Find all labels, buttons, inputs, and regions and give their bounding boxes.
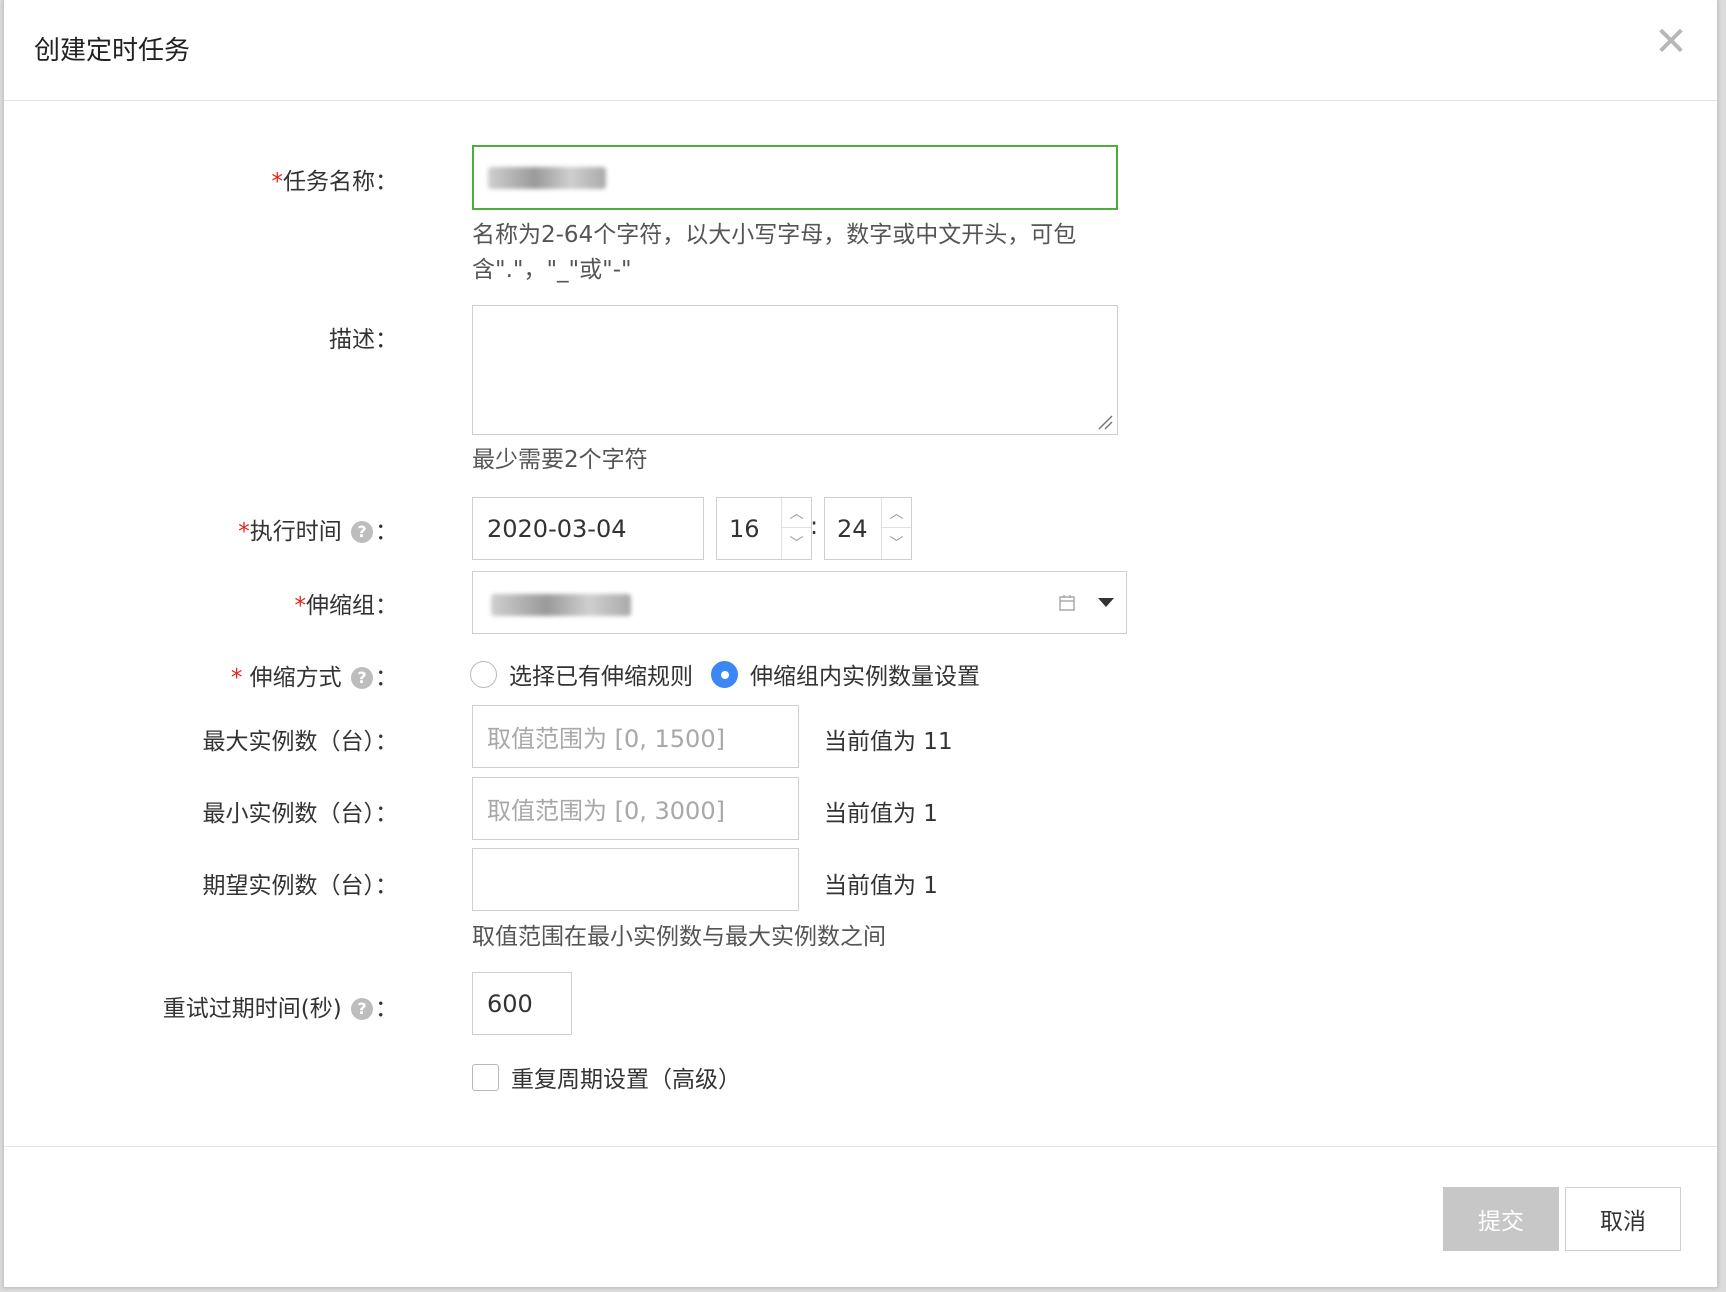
scaling-group-select[interactable]: [472, 571, 1127, 634]
caret-down-icon[interactable]: [1098, 598, 1114, 607]
retry-expire-input[interactable]: 600: [472, 972, 572, 1035]
description-label: 描述：: [329, 327, 398, 353]
required-mark: *: [271, 169, 284, 195]
exec-date-input[interactable]: 2020-03-04: [472, 497, 704, 560]
exec-time-label: *执行时间 ?：: [238, 519, 398, 545]
dialog-footer: 提交 取消: [4, 1146, 1717, 1288]
time-separator: :: [810, 512, 819, 540]
radio-instance-count-label[interactable]: 伸缩组内实例数量设置: [750, 657, 980, 691]
dialog-header: 创建定时任务 ✕: [4, 0, 1717, 101]
min-instances-label: 最小实例数（台）：: [202, 801, 399, 827]
desired-instances-hint: 取值范围在最小实例数与最大实例数之间: [472, 924, 886, 950]
scaling-mode-radio-group: 选择已有伸缩规则 伸缩组内实例数量设置: [470, 657, 980, 691]
desired-instances-input[interactable]: [472, 848, 799, 911]
help-icon[interactable]: ?: [351, 667, 373, 689]
description-textarea[interactable]: [472, 305, 1118, 435]
repeat-checkbox-label[interactable]: 重复周期设置（高级）: [511, 1060, 741, 1094]
desired-instances-current: 当前值为 1: [824, 873, 938, 899]
help-icon[interactable]: ?: [351, 998, 373, 1020]
max-instances-input[interactable]: 取值范围为 [0, 1500]: [472, 705, 799, 768]
resize-grip-icon[interactable]: [1097, 414, 1113, 430]
close-icon[interactable]: ✕: [1651, 22, 1691, 62]
chevron-up-icon[interactable]: ︿: [882, 498, 911, 528]
create-scheduled-task-dialog: 创建定时任务 ✕ *任务名称： 名称为2-64个字符，以大小写字母，数字或中文开…: [3, 0, 1718, 1288]
help-icon[interactable]: ?: [351, 521, 373, 543]
minute-arrows: ︿ ﹀: [881, 498, 911, 559]
scaling-mode-label: * 伸缩方式 ?：: [230, 665, 398, 691]
max-instances-label: 最大实例数（台）：: [202, 729, 399, 755]
retry-expire-label: 重试过期时间(秒) ?：: [162, 996, 398, 1022]
scaling-group-label: *伸缩组：: [294, 593, 399, 619]
required-mark: *: [294, 593, 307, 619]
radio-instance-count[interactable]: [711, 660, 738, 688]
hour-value: 16: [729, 514, 760, 543]
dialog-title: 创建定时任务: [34, 36, 191, 66]
min-instances-current: 当前值为 1: [824, 801, 938, 827]
chevron-down-icon[interactable]: ﹀: [782, 528, 811, 558]
task-name-hint: 名称为2-64个字符，以大小写字母，数字或中文开头，可包含"."，"_"或"-": [472, 222, 1077, 283]
desired-instances-label: 期望实例数（台）：: [202, 873, 399, 899]
max-instances-current: 当前值为 11: [824, 729, 953, 755]
submit-button[interactable]: 提交: [1443, 1187, 1559, 1251]
description-hint: 最少需要2个字符: [472, 447, 648, 473]
redacted-text: [491, 594, 631, 616]
minute-value: 24: [837, 514, 868, 543]
repeat-setting-row: 重复周期设置（高级）: [472, 1060, 741, 1094]
task-name-input[interactable]: [472, 145, 1118, 210]
hour-arrows: ︿ ﹀: [781, 498, 811, 559]
minute-stepper[interactable]: 24 ︿ ﹀: [824, 497, 912, 560]
min-instances-input[interactable]: 取值范围为 [0, 3000]: [472, 777, 799, 840]
cancel-button[interactable]: 取消: [1565, 1187, 1681, 1251]
radio-existing-rule-label[interactable]: 选择已有伸缩规则: [509, 657, 693, 691]
chevron-down-icon[interactable]: ﹀: [882, 528, 911, 558]
redacted-text: [488, 166, 606, 189]
radio-existing-rule[interactable]: [470, 660, 497, 688]
calendar-icon: [1059, 595, 1075, 611]
required-mark: *: [238, 519, 250, 545]
repeat-checkbox[interactable]: [472, 1063, 499, 1091]
task-name-label: *任务名称：: [271, 169, 399, 195]
chevron-up-icon[interactable]: ︿: [782, 498, 811, 528]
hour-stepper[interactable]: 16 ︿ ﹀: [716, 497, 812, 560]
required-mark: *: [230, 665, 243, 691]
